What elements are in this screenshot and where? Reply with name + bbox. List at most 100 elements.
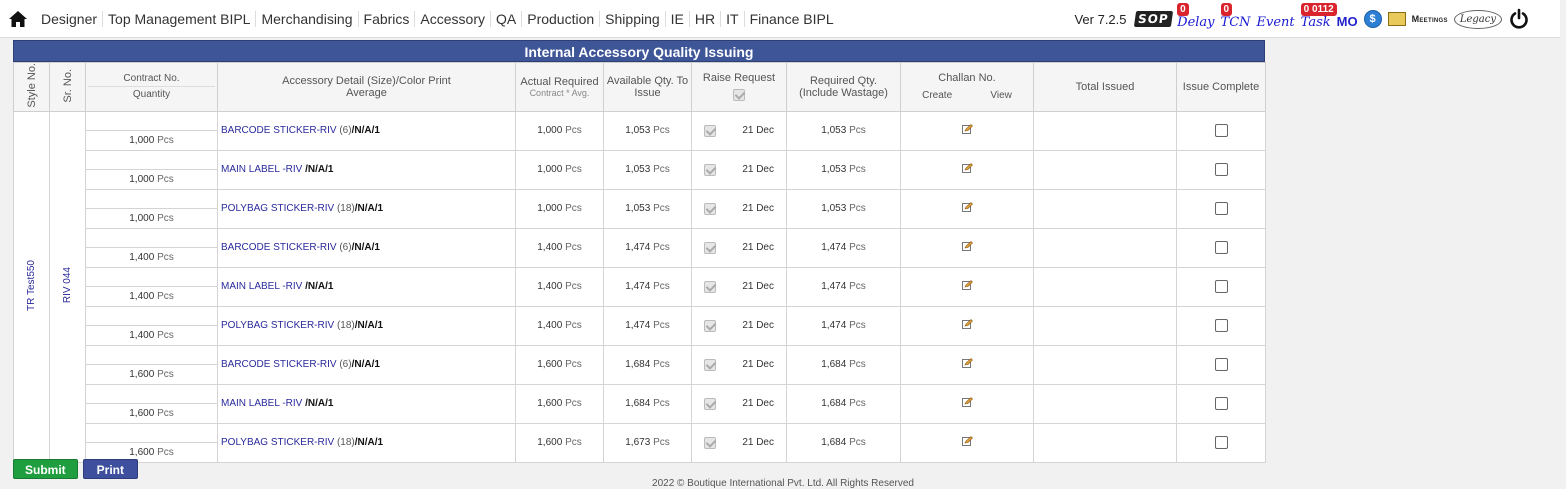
accessory-average: 1 (327, 281, 334, 293)
accessory-name-link[interactable]: POLYBAG STICKER-RIV (221, 320, 334, 331)
power-icon[interactable] (1508, 8, 1530, 30)
total-issued-cell (1033, 110, 1177, 151)
raise-request-date: 21 Dec (742, 242, 774, 254)
nav-item[interactable]: Accessory (415, 10, 491, 27)
accessory-name-link[interactable]: POLYBAG STICKER-RIV (221, 203, 334, 214)
nav-item[interactable]: QA (491, 10, 523, 27)
issue-complete-checkbox[interactable] (1214, 163, 1228, 177)
required-qty-unit: Pcs (849, 437, 866, 449)
nav-item[interactable]: HR (690, 10, 722, 27)
sr-no-cell: RIV 044 (49, 110, 86, 463)
accessory-detail-cell: BARCODE STICKER-RIV (6)/N/A/1 (217, 344, 516, 385)
header-total-issued: Total Issued (1033, 62, 1177, 112)
edit-icon[interactable] (961, 358, 973, 369)
edit-icon[interactable] (961, 280, 973, 291)
issue-complete-checkbox[interactable] (1214, 241, 1228, 255)
required-qty-value: 1,053 (821, 203, 847, 215)
issue-complete-checkbox[interactable] (1214, 358, 1228, 372)
accessory-average: 1 (377, 203, 384, 215)
accessory-size: (6) (336, 242, 352, 254)
challan-cell (900, 110, 1034, 151)
nav-item[interactable]: Finance BIPL (745, 11, 839, 27)
raise-request-cell: 21 Dec (691, 110, 787, 151)
nav-item[interactable]: Merchandising (256, 10, 359, 27)
task-link[interactable]: 0 0112 Task (1300, 3, 1337, 30)
nav-item[interactable]: Designer (36, 10, 104, 27)
header-issue-complete: Issue Complete (1176, 62, 1266, 112)
header-required-qty: Required Qty. (Include Wastage) (786, 62, 901, 112)
accessory-name-link[interactable]: MAIN LABEL -RIV (221, 281, 302, 292)
legacy-link[interactable]: Legacy (1453, 9, 1502, 29)
contract-qty-cell: 1,600 Pcs (85, 383, 218, 424)
home-icon[interactable] (0, 0, 36, 38)
issue-complete-checkbox[interactable] (1214, 280, 1228, 294)
nav-item[interactable]: Production (522, 10, 601, 27)
total-issued-cell (1033, 344, 1177, 385)
nav-item[interactable]: Top Management BIPL (103, 10, 257, 27)
issue-complete-checkbox[interactable] (1214, 319, 1228, 333)
issue-complete-checkbox[interactable] (1214, 124, 1228, 138)
certificate-icon[interactable] (1387, 12, 1406, 26)
issue-complete-checkbox[interactable] (1214, 397, 1228, 411)
edit-icon[interactable] (961, 124, 973, 135)
main-nav: Designer Top Management BIPL Merchandising… (36, 0, 839, 38)
required-qty-cell: 1,474 Pcs (786, 305, 901, 346)
edit-icon[interactable] (961, 397, 973, 408)
accessory-name-link[interactable]: MAIN LABEL -RIV (221, 398, 302, 409)
task-count-badge: 0 0112 (1300, 3, 1337, 16)
edit-icon[interactable] (961, 319, 973, 330)
edit-icon[interactable] (961, 436, 973, 447)
contract-qty-cell: 1,600 Pcs (85, 344, 218, 385)
contract-qty-cell: 1,400 Pcs (85, 305, 218, 346)
contract-qty: 1,600 (129, 407, 155, 419)
required-qty-unit: Pcs (849, 320, 866, 332)
table-header-row: Style No. Sr. No. Contract No. Quantity … (13, 62, 1266, 112)
nav-item[interactable]: IT (721, 10, 745, 27)
challan-cell (900, 305, 1034, 346)
raise-request-cell: 21 Dec (691, 305, 787, 346)
submit-button[interactable]: Submit (13, 459, 78, 479)
actual-required-cell: 1,400 Pcs (515, 266, 604, 307)
print-button[interactable]: Print (82, 459, 139, 479)
delay-link[interactable]: 0 Delay (1177, 3, 1215, 30)
actual-required-cell: 1,000 Pcs (515, 188, 604, 229)
required-qty-value: 1,684 (821, 437, 847, 449)
available-qty-unit: Pcs (653, 359, 670, 371)
meetings-link[interactable]: Meetings (1412, 14, 1448, 24)
accessory-name-link[interactable]: POLYBAG STICKER-RIV (221, 437, 334, 448)
contract-qty: 1,000 (129, 173, 155, 185)
contract-qty: 1,400 (129, 329, 155, 341)
nav-item[interactable]: Shipping (600, 10, 666, 27)
delay-label: Delay (1177, 15, 1215, 30)
mo-link[interactable]: MO (1337, 14, 1358, 29)
style-no-link[interactable]: TR Test550 (26, 260, 37, 311)
accessory-name-link[interactable]: BARCODE STICKER-RIV (221, 125, 337, 136)
available-qty-value: 1,474 (625, 281, 651, 293)
accessory-name-link[interactable]: MAIN LABEL -RIV (221, 164, 302, 175)
available-qty-unit: Pcs (653, 437, 670, 449)
issue-complete-checkbox[interactable] (1214, 436, 1228, 450)
tcn-link[interactable]: 0 TCN (1220, 3, 1251, 30)
sop-link[interactable]: SOP (1133, 11, 1173, 27)
accessory-color: /N/A/ (354, 320, 378, 332)
issue-complete-cell (1176, 266, 1266, 307)
edit-icon[interactable] (961, 241, 973, 252)
actual-required-value: 1,600 (537, 437, 563, 449)
event-link[interactable]: Event (1257, 16, 1295, 30)
available-qty-value: 1,474 (625, 242, 651, 254)
available-qty-value: 1,053 (625, 125, 651, 137)
required-qty-unit: Pcs (849, 203, 866, 215)
available-qty-unit: Pcs (653, 320, 670, 332)
edit-icon[interactable] (961, 163, 973, 174)
raise-request-cell: 21 Dec (691, 227, 787, 268)
nav-item[interactable]: IE (666, 10, 690, 27)
dollar-icon[interactable]: $ (1363, 10, 1382, 28)
issue-complete-cell (1176, 149, 1266, 190)
nav-item[interactable]: Fabrics (359, 10, 416, 27)
available-qty-cell: 1,684 Pcs (603, 383, 692, 424)
accessory-name-link[interactable]: BARCODE STICKER-RIV (221, 242, 337, 253)
sr-no-link[interactable]: RIV 044 (62, 267, 73, 303)
accessory-name-link[interactable]: BARCODE STICKER-RIV (221, 359, 337, 370)
edit-icon[interactable] (961, 202, 973, 213)
issue-complete-checkbox[interactable] (1214, 202, 1228, 216)
